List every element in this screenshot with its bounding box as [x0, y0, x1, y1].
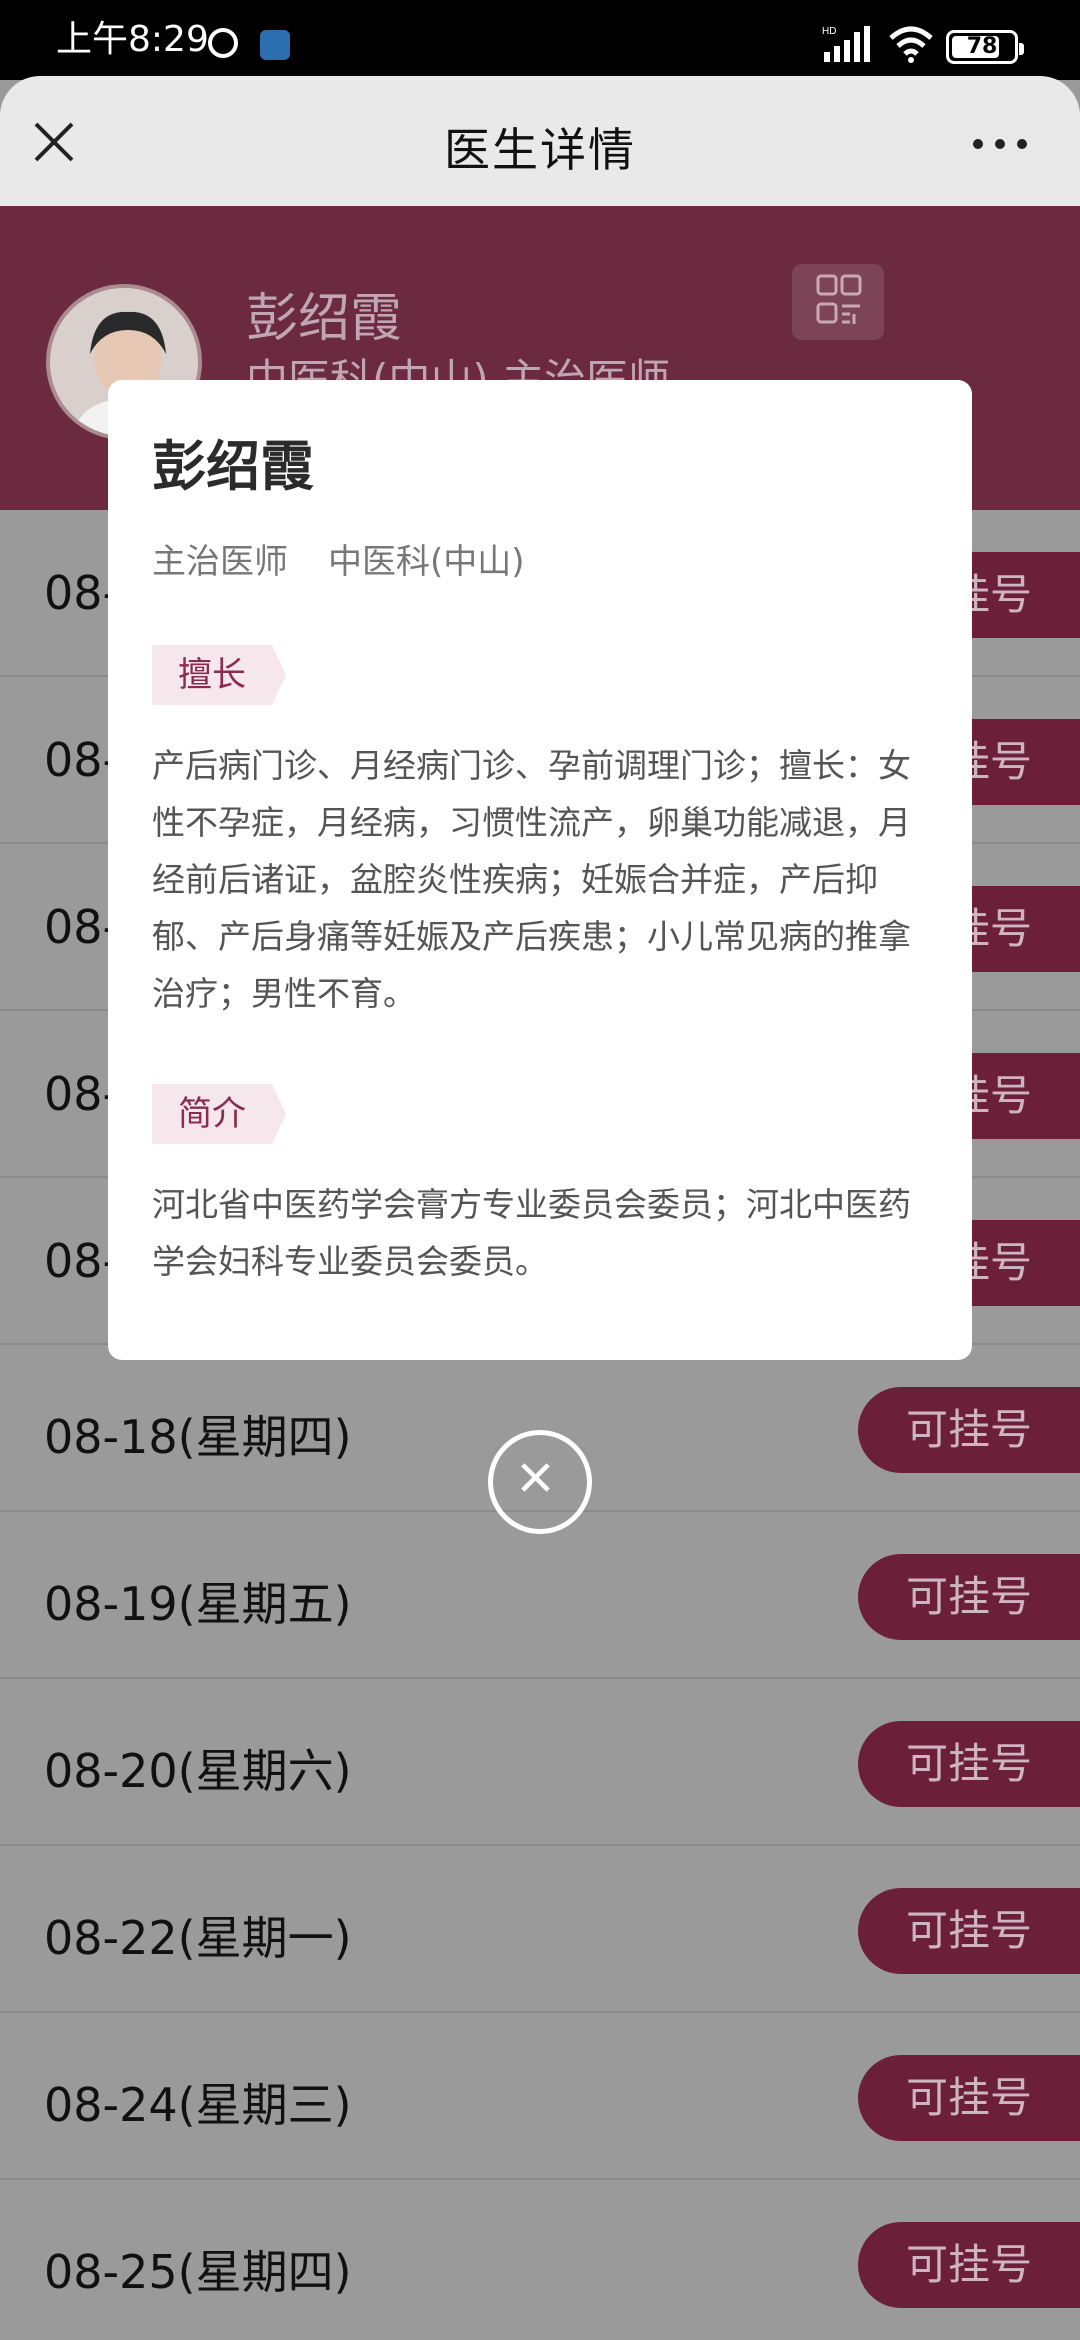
shield-icon — [260, 30, 290, 60]
schedule-date: 08-18(星期四) — [44, 1410, 352, 1464]
schedule-row: 08-20(星期六) 可挂号 — [0, 1679, 1080, 1846]
battery-percent: 78 — [966, 34, 998, 59]
schedule-date: 08-24(星期三) — [44, 2078, 352, 2132]
specialty-tag: 擅长 — [152, 645, 286, 705]
qr-code-button[interactable] — [792, 264, 884, 340]
intro-text: 河北省中医药学会膏方专业委员会委员；河北中医药学会妇科专业委员会委员。 — [152, 1185, 911, 1281]
modal-close-button[interactable] — [488, 1430, 592, 1534]
register-button[interactable]: 可挂号 — [858, 2222, 1080, 2308]
close-circle-icon — [521, 1463, 550, 1492]
register-button[interactable]: 可挂号 — [858, 1888, 1080, 1974]
modal-doctor-title: 主治医师 — [152, 542, 288, 582]
intro-tag: 简介 — [152, 1084, 286, 1144]
signal-icon: HD — [822, 26, 870, 62]
schedule-row: 08-19(星期五) 可挂号 — [0, 1512, 1080, 1679]
schedule-date: 08-20(星期六) — [44, 1744, 352, 1798]
battery-icon: 78 — [946, 30, 1024, 64]
schedule-row: 08-25(星期四) 可挂号 — [0, 2180, 1080, 2340]
schedule-date: 08-25(星期四) — [44, 2245, 352, 2299]
status-bar: 上午8:29 HD 78 — [0, 0, 1080, 80]
schedule-date: 08-19(星期五) — [44, 1577, 352, 1631]
doctor-detail-modal: 彭绍霞 主治医师 中医科(中山) 擅长 产后病门诊、月经病门诊、孕前调理门诊；擅长… — [108, 380, 972, 1360]
modal-doctor-department: 中医科(中山) — [328, 542, 525, 582]
schedule-row: 08-24(星期三) 可挂号 — [0, 2013, 1080, 2180]
qr-code-icon — [816, 274, 862, 324]
schedule-row: 08-22(星期一) 可挂号 — [0, 1846, 1080, 2013]
status-time: 上午8:29 — [56, 19, 209, 60]
alarm-icon — [208, 28, 238, 58]
register-button[interactable]: 可挂号 — [858, 1387, 1080, 1473]
register-button[interactable]: 可挂号 — [858, 1554, 1080, 1640]
battery-cap — [1019, 43, 1024, 55]
app-bar: 医生详情 — [0, 76, 1080, 206]
modal-doctor-name: 彭绍霞 — [152, 435, 314, 498]
register-button[interactable]: 可挂号 — [858, 1721, 1080, 1807]
wifi-icon — [889, 26, 933, 63]
schedule-date: 08-22(星期一) — [44, 1911, 352, 1965]
register-button[interactable]: 可挂号 — [858, 2055, 1080, 2141]
doctor-name: 彭绍霞 — [246, 289, 403, 349]
specialty-text: 产后病门诊、月经病门诊、孕前调理门诊；擅长：女性不孕症，月经病，习惯性流产，卵巢… — [152, 746, 911, 1013]
more-icon[interactable] — [972, 138, 1028, 150]
page-title: 医生详情 — [444, 123, 636, 177]
modal-meta: 主治医师 中医科(中山) — [152, 534, 928, 583]
svg-text:HD: HD — [822, 26, 836, 37]
